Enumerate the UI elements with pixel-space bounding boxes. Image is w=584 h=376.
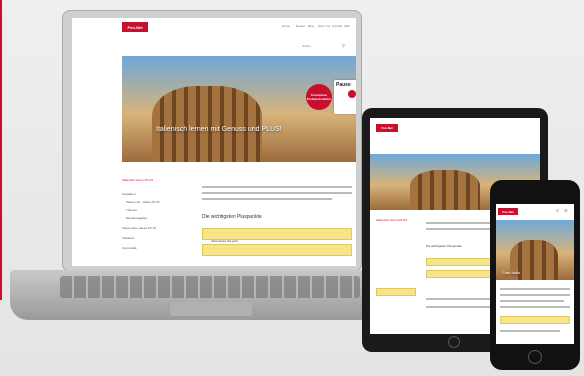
site-logo[interactable]: Pen-Net [498,208,518,215]
menu-icon[interactable]: ☰ [564,208,568,213]
text-line [500,330,560,332]
highlight-text: Abonnieren Sie jetzt [211,239,238,243]
sidebar-heading: Italienisch lernen PLUS [122,178,154,182]
hero-banner: Ciao Italia [496,220,574,280]
phone-hero-title: Ciao Italia [502,270,520,275]
search-icon[interactable]: ⚲ [556,208,559,213]
text-line [202,192,352,194]
highlight-box[interactable] [376,288,416,296]
magazine-title: Pause [336,82,351,88]
highlight-box[interactable] [500,316,570,324]
nav-item-contact[interactable]: Kontakt [332,24,342,28]
hero-title: Italienisch lernen mit Genuss und PLUS! [156,126,282,133]
promo-badge[interactable]: Kostenlose Probeheft-Aktion [306,84,332,110]
tablet-home-button[interactable] [448,336,460,348]
nav-item-blog[interactable]: Blog [308,24,314,28]
sidebar-item-paese-mio[interactable]: Paese mio - Italien PLUS [126,200,160,204]
red-accent-line [0,0,2,300]
site-logo[interactable]: Pen-Net [376,124,398,132]
laptop-keyboard [60,276,360,298]
text-line [202,186,352,188]
nav-item-home[interactable]: Home [282,24,290,28]
sidebar-item-einzel[interactable]: Einzelausgaben [126,216,147,220]
search-icon[interactable]: ⚲ [342,43,345,48]
text-line [202,198,332,200]
text-line [500,294,570,296]
coliseum-image [410,170,480,210]
sidebar-heading: Italienisch lernen PLUS [376,218,408,222]
sidebar-item-themen[interactable]: Themen [126,208,137,212]
stamp-icon [348,90,356,98]
text-line [500,306,570,308]
laptop-trackpad [170,302,252,316]
site-logo[interactable]: Pen-Net [122,22,148,32]
sidebar-item-ausgaben[interactable]: Ausgaben [122,192,136,196]
phone-home-button[interactable] [528,350,542,364]
magazine-cover[interactable]: Pause [334,80,356,114]
sidebar-item-paese-dopo[interactable]: Paese dopo paese PLUS [122,226,156,230]
coliseum-image [152,86,262,162]
hero-banner: Kostenlose Probeheft-Aktion Pause Italie… [122,56,356,162]
text-line [500,300,564,302]
sidebar-item-vokabeln[interactable]: Vokabeln [122,236,134,240]
search-input[interactable]: Suche ... [302,44,314,48]
laptop-screen: Pen-Net Home Reisen Blog Über uns Kontak… [72,18,356,266]
nav-item-about[interactable]: Über uns [318,24,330,28]
sidebar-item-grammatik[interactable]: Grammatik [122,246,137,250]
section-heading: Die wichtigsten Pluspunkte [202,214,262,220]
highlight-box[interactable]: Abonnieren Sie jetzt [202,228,352,243]
highlight-box[interactable] [202,244,352,256]
section-heading: Die wichtigsten Pluspunkte [426,244,462,248]
nav-item-help[interactable]: Hilfe [344,24,350,28]
text-line [500,288,570,290]
phone-screen: Pen-Net ⚲ ☰ Ciao Italia [496,204,574,344]
nav-item-reisen[interactable]: Reisen [296,24,305,28]
